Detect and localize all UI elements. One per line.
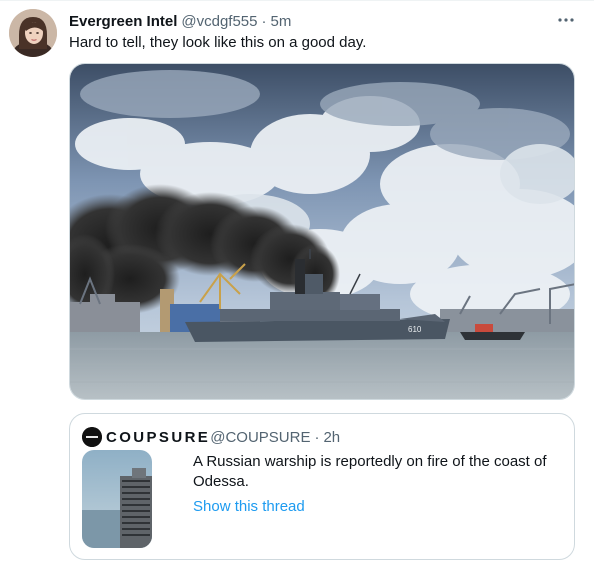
avatar[interactable] xyxy=(9,9,57,57)
separator: · xyxy=(261,12,267,30)
ship-number: 610 xyxy=(408,325,422,334)
timestamp[interactable]: 5m xyxy=(271,13,292,30)
tweet[interactable]: Evergreen Intel @vcdgf555 · 5m Hard to t… xyxy=(0,0,594,570)
avatar-image xyxy=(9,9,57,57)
quote-text: A Russian warship is reportedly on fire … xyxy=(193,453,547,490)
more-horizontal-icon xyxy=(558,18,574,22)
divider xyxy=(0,0,594,1)
more-button[interactable] xyxy=(556,10,576,30)
quote-avatar[interactable] xyxy=(82,427,102,447)
author-name[interactable]: Evergreen Intel xyxy=(69,13,177,30)
quote-thumbnail-image xyxy=(82,450,152,548)
coupsure-logo-icon xyxy=(82,427,102,447)
tweet-text: Hard to tell, they look like this on a g… xyxy=(69,34,367,51)
quote-header: COUPSURE @COUPSURE · 2h xyxy=(82,427,340,447)
media-image: 610 xyxy=(70,64,574,399)
quote-tweet[interactable]: COUPSURE @COUPSURE · 2h A Russian warshi… xyxy=(69,413,575,560)
quote-timestamp[interactable]: 2h xyxy=(323,429,340,446)
quote-thumbnail[interactable] xyxy=(82,450,152,548)
tweet-header: Evergreen Intel @vcdgf555 · 5m xyxy=(69,11,291,31)
quote-author-handle[interactable]: @COUPSURE xyxy=(210,429,310,446)
separator: · xyxy=(314,428,320,446)
tweet-media[interactable]: 610 xyxy=(69,63,575,400)
show-thread-link[interactable]: Show this thread xyxy=(193,497,305,517)
quote-author-name[interactable]: COUPSURE xyxy=(106,429,210,446)
author-handle[interactable]: @vcdgf555 xyxy=(181,13,257,30)
